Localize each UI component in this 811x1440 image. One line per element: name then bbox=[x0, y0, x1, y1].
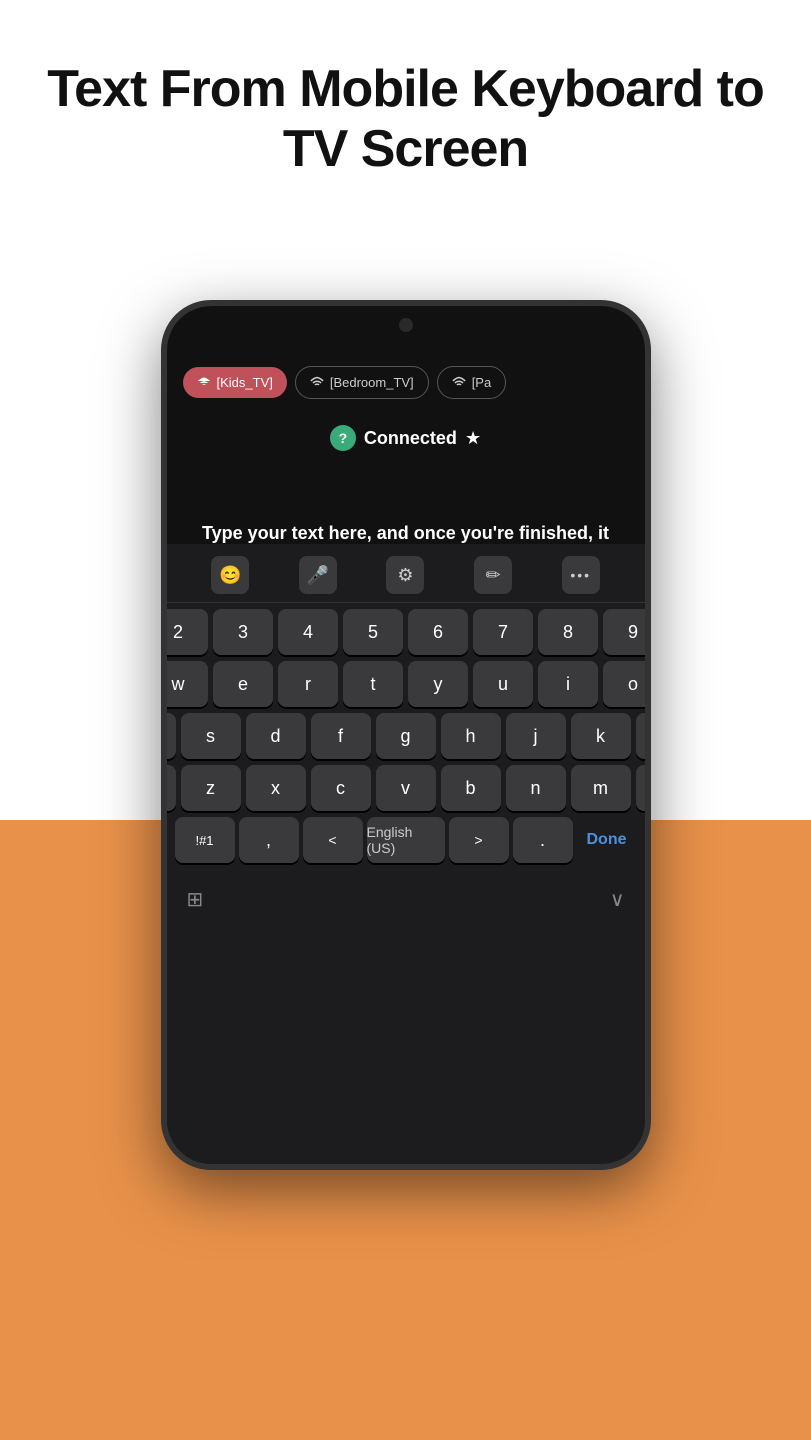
key-x[interactable]: x bbox=[246, 765, 306, 811]
tab-kids-tv[interactable]: [Kids_TV] bbox=[183, 367, 287, 398]
key-w[interactable]: w bbox=[167, 661, 209, 707]
key-4[interactable]: 4 bbox=[278, 609, 338, 655]
right-arrow-key[interactable]: > bbox=[449, 817, 509, 863]
key-d[interactable]: d bbox=[246, 713, 306, 759]
number-row: 1 2 3 4 5 6 7 8 9 0 bbox=[175, 609, 637, 655]
backspace-key[interactable]: ⌫ bbox=[636, 765, 645, 811]
phone-mockup: [Kids_TV] [Bedroom_TV] [Pa ? Connected ★ bbox=[161, 300, 651, 1170]
keyboard-bottom-bar: ⊞ ∨ bbox=[167, 879, 645, 920]
key-j[interactable]: j bbox=[506, 713, 566, 759]
tab-bedroom-tv[interactable]: [Bedroom_TV] bbox=[295, 366, 429, 399]
bottom-row: !#1 , < English (US) > . Done bbox=[175, 817, 637, 863]
zxcv-row: ⇧ z x c v b n m ⌫ bbox=[175, 765, 637, 811]
key-9[interactable]: 9 bbox=[603, 609, 645, 655]
key-a[interactable]: a bbox=[167, 713, 176, 759]
period-key[interactable]: . bbox=[513, 817, 573, 863]
key-t[interactable]: t bbox=[343, 661, 403, 707]
tab-pa[interactable]: [Pa bbox=[437, 366, 507, 399]
connected-status: ? Connected ★ bbox=[167, 425, 645, 451]
key-z[interactable]: z bbox=[181, 765, 241, 811]
key-f[interactable]: f bbox=[311, 713, 371, 759]
key-7[interactable]: 7 bbox=[473, 609, 533, 655]
key-n[interactable]: n bbox=[506, 765, 566, 811]
key-k[interactable]: k bbox=[571, 713, 631, 759]
key-2[interactable]: 2 bbox=[167, 609, 209, 655]
qwerty-row: q w e r t y u i o p bbox=[175, 661, 637, 707]
key-m[interactable]: m bbox=[571, 765, 631, 811]
emoji-icon[interactable]: 😊 bbox=[211, 556, 249, 594]
wifi-icon-bedroom bbox=[310, 376, 324, 390]
key-v[interactable]: v bbox=[376, 765, 436, 811]
key-h[interactable]: h bbox=[441, 713, 501, 759]
text-style-icon[interactable]: ✏ bbox=[474, 556, 512, 594]
key-i[interactable]: i bbox=[538, 661, 598, 707]
tab-kids-tv-label: [Kids_TV] bbox=[217, 375, 273, 390]
space-key[interactable]: English (US) bbox=[367, 817, 445, 863]
mic-icon[interactable]: 🎤 bbox=[299, 556, 337, 594]
key-o[interactable]: o bbox=[603, 661, 645, 707]
wifi-icon-kids bbox=[197, 376, 211, 390]
key-b[interactable]: b bbox=[441, 765, 501, 811]
asdf-row: a s d f g h j k l bbox=[175, 713, 637, 759]
tab-bedroom-tv-label: [Bedroom_TV] bbox=[330, 375, 414, 390]
wifi-icon-pa bbox=[452, 376, 466, 390]
bluetooth-icon: ★ bbox=[465, 428, 481, 449]
key-e[interactable]: e bbox=[213, 661, 273, 707]
key-c[interactable]: c bbox=[311, 765, 371, 811]
tab-pa-label: [Pa bbox=[472, 375, 492, 390]
key-u[interactable]: u bbox=[473, 661, 533, 707]
key-3[interactable]: 3 bbox=[213, 609, 273, 655]
key-g[interactable]: g bbox=[376, 713, 436, 759]
keyboard-rows: 1 2 3 4 5 6 7 8 9 0 q w e r t bbox=[167, 603, 645, 875]
phone-screen: [Kids_TV] [Bedroom_TV] [Pa ? Connected ★ bbox=[167, 306, 645, 1164]
more-icon[interactable]: ••• bbox=[562, 556, 600, 594]
phone-notch bbox=[399, 318, 413, 332]
key-s[interactable]: s bbox=[181, 713, 241, 759]
key-8[interactable]: 8 bbox=[538, 609, 598, 655]
key-y[interactable]: y bbox=[408, 661, 468, 707]
keyboard-toolbar: 😊 🎤 ⚙ ✏ ••• bbox=[167, 544, 645, 603]
done-key[interactable]: Done bbox=[577, 817, 637, 863]
settings-icon[interactable]: ⚙ bbox=[386, 556, 424, 594]
page-title: Text From Mobile Keyboard to TV Screen bbox=[0, 0, 811, 210]
grid-icon[interactable]: ⊞ bbox=[187, 887, 204, 912]
keyboard: 😊 🎤 ⚙ ✏ ••• 1 2 3 4 5 6 7 8 9 bbox=[167, 544, 645, 1164]
key-l[interactable]: l bbox=[636, 713, 645, 759]
key-5[interactable]: 5 bbox=[343, 609, 403, 655]
connected-label: Connected bbox=[364, 428, 457, 449]
key-r[interactable]: r bbox=[278, 661, 338, 707]
shift-key[interactable]: ⇧ bbox=[167, 765, 176, 811]
key-6[interactable]: 6 bbox=[408, 609, 468, 655]
symbols-key[interactable]: !#1 bbox=[175, 817, 235, 863]
left-arrow-key[interactable]: < bbox=[303, 817, 363, 863]
comma-key[interactable]: , bbox=[239, 817, 299, 863]
chevron-down-icon[interactable]: ∨ bbox=[610, 887, 625, 912]
connected-icon: ? bbox=[330, 425, 356, 451]
